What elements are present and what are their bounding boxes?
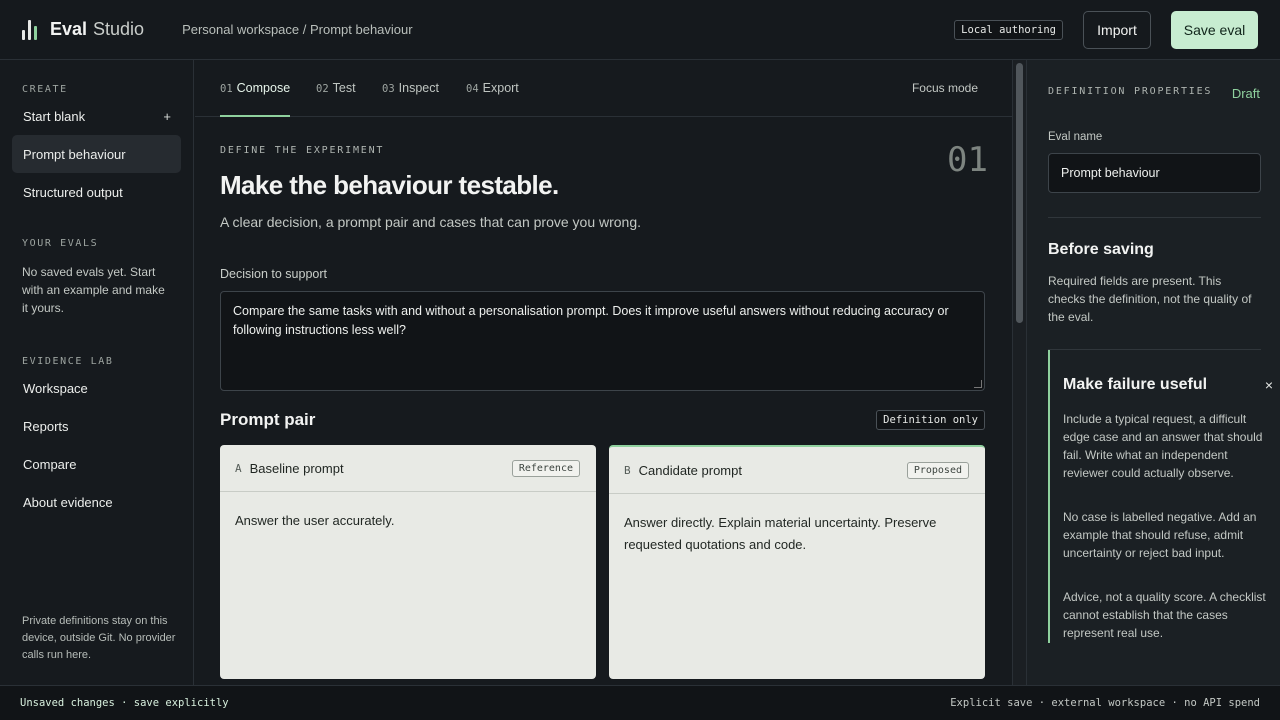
baseline-prompt-textarea[interactable]: Answer the user accurately. [220,492,596,550]
sidebar-item-workspace[interactable]: Workspace [12,369,181,407]
failure-title: Make failure useful [1063,376,1208,393]
decision-text: Compare the same tasks with and without … [233,304,949,337]
tab-label: Compose [236,81,291,95]
sidebar-item-compare[interactable]: Compare [12,445,181,483]
baseline-prompt-card: A Baseline prompt Reference Answer the u… [220,445,596,679]
reference-tag: Reference [511,459,580,477]
tab-number: 04 [466,83,479,95]
sidebar-item-prompt-behaviour[interactable]: Prompt behaviour [12,135,181,173]
start-blank-button[interactable]: Start blank + [12,97,181,135]
app-name-bold: Eval [50,19,88,39]
before-saving-title: Before saving [1048,241,1154,258]
card-letter: A [235,461,242,475]
sidebar-item-reports[interactable]: Reports [12,407,181,445]
tab-test[interactable]: 02 Test [316,81,356,117]
sidebar-item-about-evidence[interactable]: About evidence [12,483,181,521]
prompt-pair-title: Prompt pair [220,410,316,429]
tab-label: Export [482,81,519,95]
main-scrollbar[interactable] [1012,60,1026,685]
definition-only-badge: Definition only [876,410,985,430]
import-button[interactable]: Import [1083,10,1151,49]
eval-name-label: Eval name [1048,131,1103,143]
card-header: A Baseline prompt Reference [220,445,596,492]
app-logo[interactable]: Eval Studio [22,19,144,40]
failure-advice-2: No case is labelled negative. Add an exa… [1063,510,1257,560]
tab-label: Test [332,81,356,95]
unsaved-status: Unsaved changes · save explicitly [20,697,229,709]
your-evals-heading: YOUR EVALS [22,238,99,249]
evidence-lab-heading: EVIDENCE LAB [22,356,114,367]
plus-icon: + [163,108,171,124]
close-icon[interactable]: × [1265,377,1273,393]
bar-chart-icon [22,19,38,40]
status-bar: Unsaved changes · save explicitly Explic… [0,685,1280,720]
properties-panel: DEFINITION PROPERTIES Draft Eval name Pr… [1026,60,1280,685]
main-content: 01 Compose 02 Test 03 Inspect 04 Export Focu… [195,60,1012,685]
card-header: B Candidate prompt Proposed [609,447,985,494]
focus-mode-button[interactable]: Focus mode [912,81,978,95]
candidate-prompt-textarea[interactable]: Answer directly. Explain material uncert… [609,494,985,574]
app-name-light: Studio [93,19,145,39]
failure-advice-card: Make failure useful × Include a typical … [1048,350,1280,643]
scrollbar-thumb[interactable] [1016,63,1023,323]
tab-compose[interactable]: 01 Compose [220,81,291,117]
workspace-status: Explicit save · external workspace · no … [950,697,1260,709]
decision-label: Decision to support [220,267,328,281]
before-saving-text: Required fields are present. This checks… [1048,274,1252,324]
eval-name-input[interactable]: Prompt behaviour [1048,153,1261,193]
tab-number: 02 [316,83,329,95]
mode-badge: Local authoring [954,19,1063,40]
card-letter: B [624,463,631,477]
tab-inspect[interactable]: 03 Inspect [382,81,439,117]
failure-advice-3: Advice, not a quality score. A checklist… [1063,590,1266,640]
step-tabs: 01 Compose 02 Test 03 Inspect 04 Export Focu… [195,60,1012,117]
create-heading: CREATE [22,84,68,95]
divider [1048,217,1261,218]
card-title: Candidate prompt [638,462,742,478]
card-title: Baseline prompt [249,460,344,476]
failure-advice-1: Include a typical request, a difficult e… [1063,412,1263,480]
your-evals-note: No saved evals yet. Start with an exampl… [22,265,165,315]
properties-heading: DEFINITION PROPERTIES [1048,86,1213,97]
tab-number: 03 [382,83,395,95]
privacy-note: Private definitions stay on this device,… [22,615,176,661]
top-bar: Eval Studio Personal workspace / Prompt … [0,0,1280,60]
section-eyebrow: DEFINE THE EXPERIMENT [220,145,385,156]
status-badge: Draft [1231,86,1260,101]
sidebar: CREATE Start blank + Prompt behaviour St… [0,60,194,685]
step-number: 01 [947,140,988,180]
tab-export[interactable]: 04 Export [466,81,519,117]
decision-textarea[interactable]: Compare the same tasks with and without … [220,291,985,391]
breadcrumb: Personal workspace / Prompt behaviour [182,22,413,37]
save-eval-button[interactable]: Save eval [1171,10,1258,49]
sidebar-item-structured-output[interactable]: Structured output [12,173,181,211]
candidate-prompt-card: B Candidate prompt Proposed Answer direc… [609,445,985,679]
proposed-tag: Proposed [906,461,969,479]
page-subtitle: A clear decision, a prompt pair and case… [220,214,642,230]
page-title: Make the behaviour testable. [220,170,559,200]
tab-number: 01 [220,83,233,95]
resize-handle[interactable] [974,380,982,388]
tab-label: Inspect [398,81,439,95]
start-blank-label: Start blank [23,108,86,124]
